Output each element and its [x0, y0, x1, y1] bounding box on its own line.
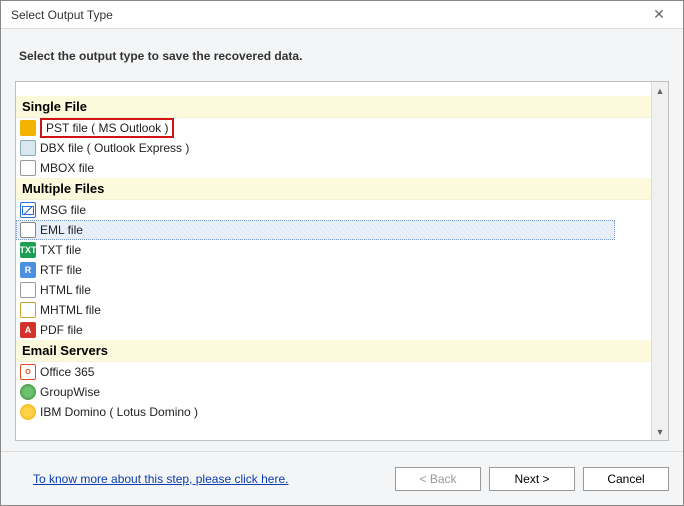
- group-header-single: Single File: [16, 96, 651, 118]
- dbx-file-icon: [20, 140, 36, 156]
- pst-file-icon: [20, 120, 36, 136]
- list-item-label: RTF file: [40, 263, 82, 277]
- output-type-listbox: Single FilePST file ( MS Outlook ) DBX fi…: [15, 81, 669, 441]
- msg-file-icon: [20, 202, 36, 218]
- list-item-mhtml[interactable]: MHTML file: [16, 300, 651, 320]
- scroll-down-button[interactable]: ▼: [652, 423, 668, 440]
- txt-file-icon: TXT: [20, 242, 36, 258]
- list-item-html[interactable]: HTML file: [16, 280, 651, 300]
- mbox-file-icon: [20, 160, 36, 176]
- list-item-gw[interactable]: GroupWise: [16, 382, 651, 402]
- titlebar: Select Output Type ✕: [1, 1, 683, 29]
- close-icon: ✕: [653, 6, 665, 23]
- cancel-button[interactable]: Cancel: [583, 467, 669, 491]
- eml-file-icon: [20, 222, 36, 238]
- html-file-icon: [20, 282, 36, 298]
- list-item-o365[interactable]: O Office 365: [16, 362, 651, 382]
- list-item-pst[interactable]: PST file ( MS Outlook ): [16, 118, 651, 138]
- list-item-msg[interactable]: MSG file: [16, 200, 651, 220]
- list-item-label: MSG file: [40, 203, 86, 217]
- list-item-label: IBM Domino ( Lotus Domino ): [40, 405, 198, 419]
- list-item-label: MBOX file: [40, 161, 94, 175]
- list-item-label: EML file: [40, 223, 83, 237]
- scrollbar[interactable]: ▲ ▼: [651, 82, 668, 440]
- list-item-pdf[interactable]: A PDF file: [16, 320, 651, 340]
- rtf-file-icon: R: [20, 262, 36, 278]
- list-item-rtf[interactable]: R RTF file: [16, 260, 651, 280]
- back-button[interactable]: < Back: [395, 467, 481, 491]
- content-area: Select the output type to save the recov…: [1, 29, 683, 451]
- pdf-file-icon: A: [20, 322, 36, 338]
- group-header-servers: Email Servers: [16, 340, 651, 362]
- domino-file-icon: [20, 404, 36, 420]
- list-item-label: HTML file: [40, 283, 91, 297]
- list-item-mbox[interactable]: MBOX file: [16, 158, 651, 178]
- list-item-label: PDF file: [40, 323, 83, 337]
- window-title: Select Output Type: [11, 8, 641, 22]
- list-item-domino[interactable]: IBM Domino ( Lotus Domino ): [16, 402, 651, 422]
- chevron-down-icon: ▼: [656, 427, 665, 437]
- group-header-multiple: Multiple Files: [16, 178, 651, 200]
- list-item-label: Office 365: [40, 365, 94, 379]
- list-item-label: PST file ( MS Outlook ): [40, 118, 174, 138]
- list-item-label: GroupWise: [40, 385, 100, 399]
- list-item-label: TXT file: [40, 243, 81, 257]
- instruction-text: Select the output type to save the recov…: [19, 49, 669, 63]
- list-item-eml[interactable]: EML file: [16, 220, 615, 240]
- close-button[interactable]: ✕: [641, 1, 677, 28]
- chevron-up-icon: ▲: [656, 86, 665, 96]
- gw-file-icon: [20, 384, 36, 400]
- list-item-txt[interactable]: TXT TXT file: [16, 240, 651, 260]
- list-item-label: DBX file ( Outlook Express ): [40, 141, 189, 155]
- list-scroll-area[interactable]: Single FilePST file ( MS Outlook ) DBX fi…: [16, 82, 651, 440]
- o365-file-icon: O: [20, 364, 36, 380]
- next-button[interactable]: Next >: [489, 467, 575, 491]
- help-link[interactable]: To know more about this step, please cli…: [33, 472, 288, 486]
- button-row: < Back Next > Cancel: [395, 467, 669, 491]
- list-item-dbx[interactable]: DBX file ( Outlook Express ): [16, 138, 651, 158]
- dialog-window: Select Output Type ✕ Select the output t…: [0, 0, 684, 506]
- list-item-label: MHTML file: [40, 303, 101, 317]
- scroll-up-button[interactable]: ▲: [652, 82, 668, 99]
- footer: To know more about this step, please cli…: [1, 451, 683, 505]
- mhtml-file-icon: [20, 302, 36, 318]
